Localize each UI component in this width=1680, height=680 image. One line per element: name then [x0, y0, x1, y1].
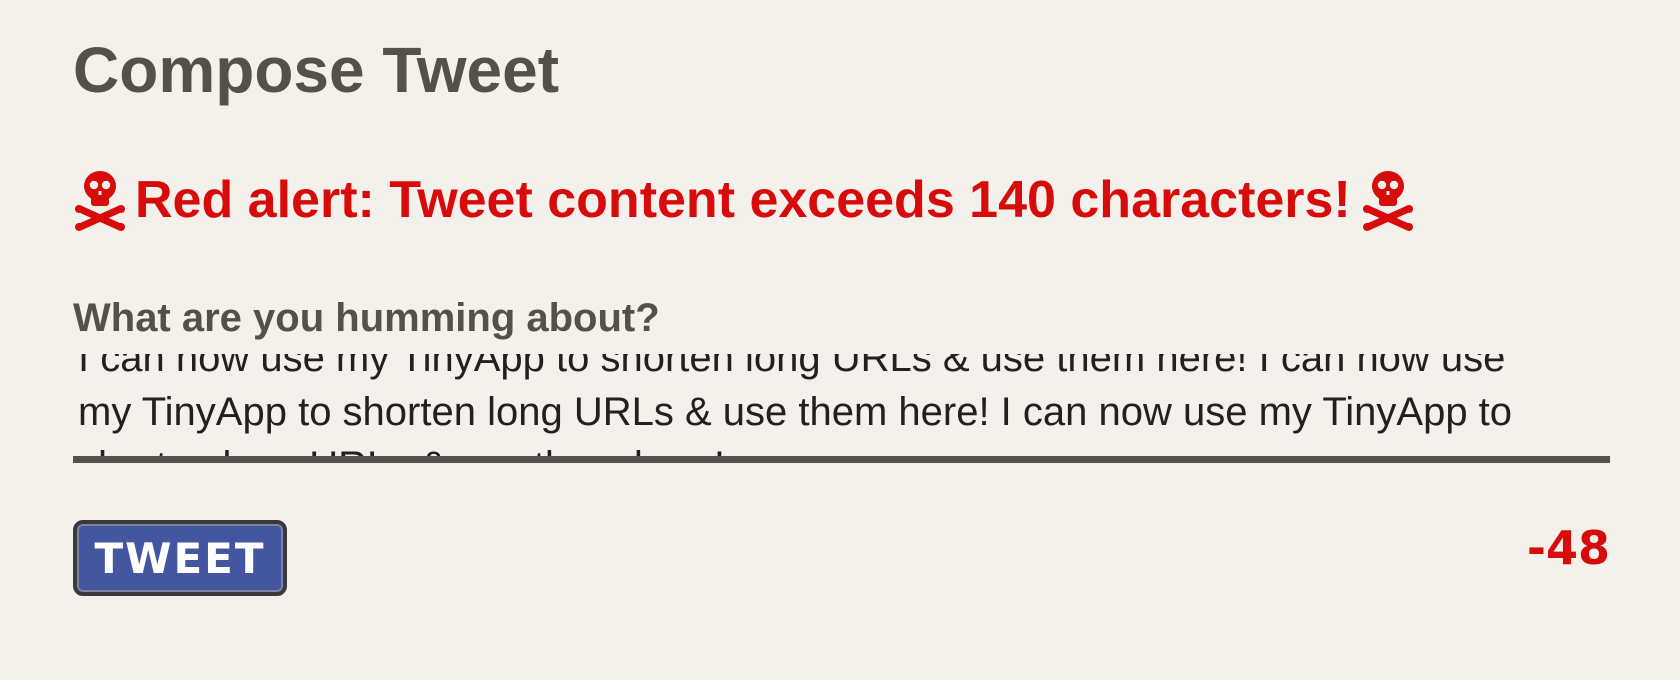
character-limit-alert: Red alert: Tweet content exceeds 140 cha…	[73, 160, 1415, 240]
tweet-input-label: What are you humming about?	[73, 296, 660, 340]
alert-message: Red alert: Tweet content exceeds 140 cha…	[135, 171, 1351, 229]
page-title: Compose Tweet	[73, 34, 559, 106]
skull-crossbones-icon	[75, 171, 125, 231]
tweet-button[interactable]: TWEET	[73, 520, 287, 596]
skull-crossbones-icon	[1362, 171, 1413, 231]
tweet-textarea-value[interactable]: I can now use my TinyApp to shorten long…	[78, 354, 1568, 456]
tweet-textarea[interactable]: I can now use my TinyApp to shorten long…	[73, 354, 1610, 463]
character-counter: -48	[1526, 521, 1610, 575]
